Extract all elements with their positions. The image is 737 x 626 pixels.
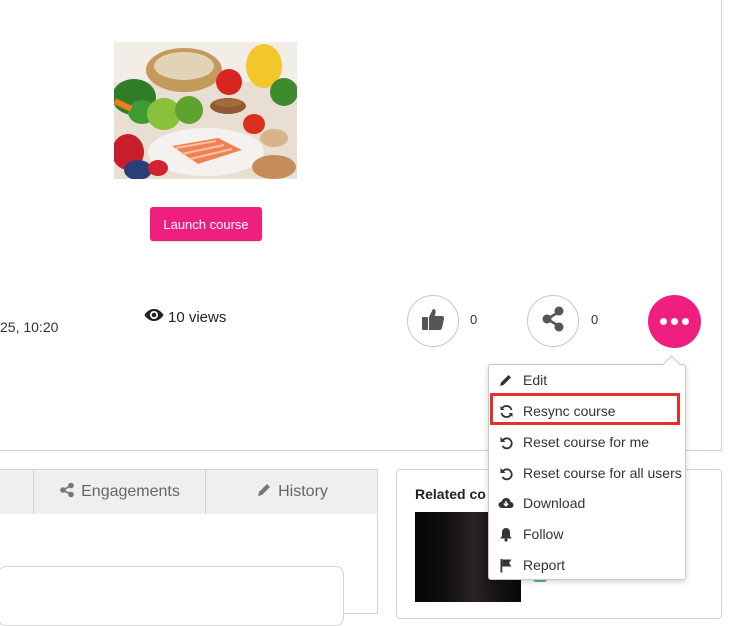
sync-icon	[497, 402, 515, 420]
more-options-button[interactable]	[648, 295, 701, 348]
share-icon	[539, 305, 567, 338]
menu-item-label: Resync course	[523, 403, 616, 419]
menu-item-reset-course-for-all-users[interactable]: Reset course for all users	[489, 458, 685, 488]
related-title: Related co	[415, 486, 486, 502]
course-date: 25, 10:20	[0, 319, 59, 335]
menu-item-report[interactable]: Report	[489, 550, 685, 580]
views-label: 10 views	[168, 308, 227, 326]
undo-icon	[497, 464, 515, 482]
content-box	[0, 566, 344, 626]
views-counter: 10 views	[144, 308, 226, 326]
ellipsis-icon	[660, 318, 667, 325]
menu-item-download[interactable]: Download	[489, 488, 685, 518]
bell-icon	[497, 525, 515, 543]
share-icon	[59, 482, 81, 503]
course-thumbnail	[114, 42, 297, 179]
tab-history-label: History	[278, 483, 328, 500]
eye-icon	[144, 308, 168, 326]
menu-item-label: Report	[523, 557, 566, 573]
more-options-menu: Edit Resync course Reset course for me R…	[488, 364, 686, 580]
menu-item-resync-course[interactable]: Resync course	[489, 396, 685, 426]
menu-item-label: Download	[523, 495, 586, 511]
flag-icon	[497, 556, 515, 574]
tab-engagements[interactable]: Engagements	[33, 470, 205, 514]
course-tabs: Engagements History	[0, 469, 378, 515]
thumbs-up-icon	[420, 306, 446, 337]
menu-item-label: Reset course for all users	[523, 465, 682, 481]
undo-icon	[497, 433, 515, 451]
pencil-icon	[497, 371, 515, 389]
menu-item-reset-course-for-me[interactable]: Reset course for me	[489, 427, 685, 457]
menu-item-label: Follow	[523, 526, 564, 542]
cloud-download-icon	[497, 494, 515, 512]
menu-item-label: Reset course for me	[523, 434, 650, 450]
menu-item-edit[interactable]: Edit	[489, 365, 685, 395]
menu-item-follow[interactable]: Follow	[489, 519, 685, 549]
shares-count: 0	[591, 312, 599, 327]
tab-history[interactable]: History	[205, 470, 378, 514]
launch-course-button[interactable]: Launch course	[150, 207, 262, 241]
tab-engagements-label: Engagements	[81, 483, 180, 500]
likes-count: 0	[470, 312, 478, 327]
pencil-icon	[256, 482, 278, 503]
share-button[interactable]	[527, 295, 579, 347]
menu-item-label: Edit	[523, 372, 548, 388]
like-button[interactable]	[407, 295, 459, 347]
